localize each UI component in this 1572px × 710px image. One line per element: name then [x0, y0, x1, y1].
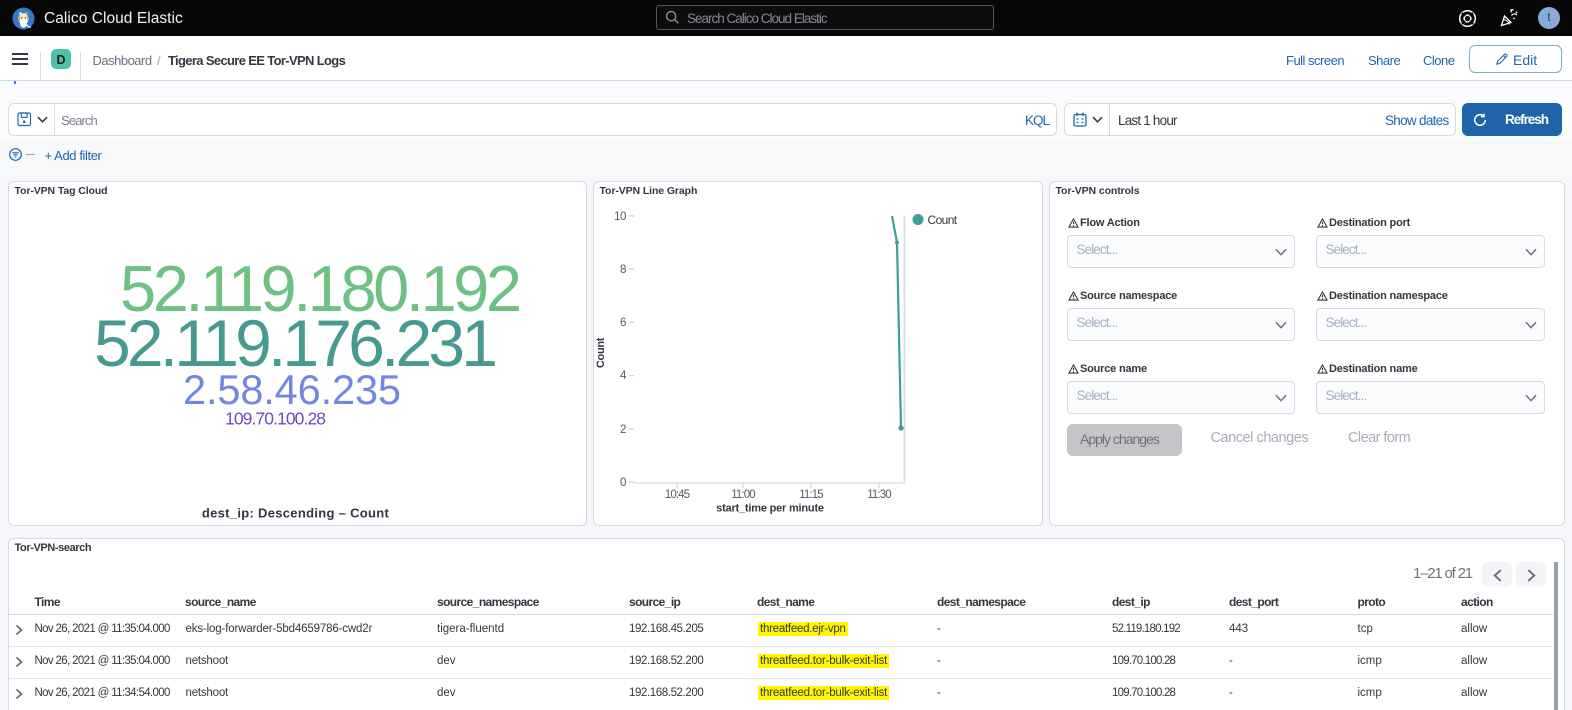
svg-text:Count: Count	[928, 213, 958, 227]
svg-text:6: 6	[620, 317, 626, 329]
svg-text:11:15: 11:15	[799, 489, 823, 501]
svg-text:2.58.46.235: 2.58.46.235	[183, 366, 401, 413]
svg-text:2: 2	[620, 424, 626, 436]
svg-text:dest_ip: Descending – Count: dest_ip: Descending – Count	[202, 506, 390, 521]
svg-text:Count: Count	[595, 337, 607, 368]
svg-text:0: 0	[620, 477, 626, 489]
svg-text:10: 10	[614, 211, 626, 223]
svg-text:11:00: 11:00	[731, 489, 755, 501]
svg-text:10:45: 10:45	[665, 489, 690, 501]
svg-text:8: 8	[620, 264, 626, 276]
svg-text:11:30: 11:30	[867, 489, 891, 501]
svg-text:4: 4	[620, 370, 627, 382]
svg-text:109.70.100.28: 109.70.100.28	[225, 409, 326, 429]
svg-text:start_time per minute: start_time per minute	[716, 503, 824, 515]
